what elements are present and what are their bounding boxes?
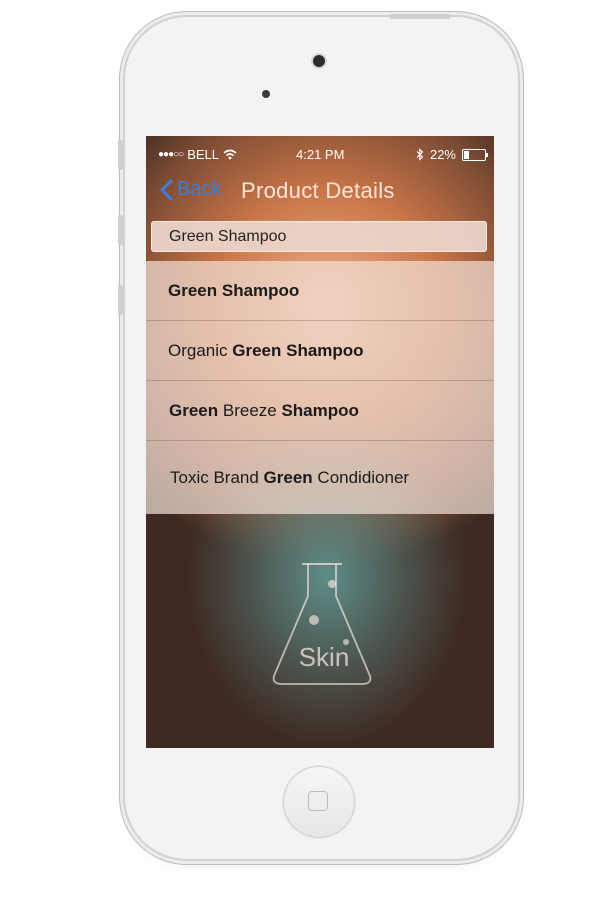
label-text: Organic bbox=[168, 340, 233, 360]
home-square-icon bbox=[308, 791, 328, 811]
logo-text: Skin bbox=[299, 642, 350, 672]
match-highlight: Green Shampoo bbox=[168, 280, 300, 300]
volume-down-button bbox=[118, 285, 123, 315]
home-button[interactable] bbox=[283, 766, 355, 838]
match-highlight: Green Shampoo bbox=[232, 340, 364, 360]
chevron-left-icon bbox=[160, 179, 173, 200]
front-camera-icon bbox=[313, 55, 325, 67]
search-input[interactable]: Green Shampoo bbox=[151, 221, 487, 252]
sleep-button bbox=[390, 14, 450, 19]
back-label: Back bbox=[177, 178, 222, 200]
status-bar: ●●●○○ BELL 4:21 PM 22% bbox=[146, 136, 494, 172]
list-item-label: Green Shampoo bbox=[168, 281, 299, 301]
label-text: Condidioner bbox=[312, 467, 410, 487]
wifi-icon bbox=[223, 149, 237, 160]
status-left: ●●●○○ BELL bbox=[158, 147, 237, 162]
list-item-label: Organic Green Shampoo bbox=[168, 341, 364, 361]
status-right: 22% bbox=[416, 147, 488, 162]
battery-percent: 22% bbox=[429, 147, 456, 162]
app-logo: Skin bbox=[266, 556, 376, 696]
mute-switch bbox=[118, 140, 123, 170]
match-highlight: Green bbox=[263, 467, 313, 487]
list-item[interactable]: Green Breeze Shampoo bbox=[146, 381, 494, 441]
flask-icon: Skin bbox=[272, 563, 372, 685]
proximity-sensor-icon bbox=[262, 90, 270, 98]
match-highlight: Green bbox=[169, 400, 219, 420]
list-item[interactable]: Organic Green Shampoo bbox=[146, 321, 494, 381]
bluetooth-icon bbox=[416, 148, 424, 161]
volume-up-button bbox=[118, 215, 123, 245]
back-button[interactable]: Back bbox=[160, 178, 221, 201]
screen: ●●●○○ BELL 4:21 PM 22% Back Product Deta… bbox=[146, 136, 494, 748]
battery-fill bbox=[464, 150, 469, 159]
results-list: Green Shampoo Organic Green Shampoo Gree… bbox=[146, 261, 494, 514]
list-item[interactable]: Toxic Brand Green Condidioner bbox=[146, 441, 494, 514]
page-title: Product Details bbox=[241, 178, 395, 203]
label-text: Breeze bbox=[218, 400, 282, 420]
list-item[interactable]: Green Shampoo bbox=[146, 261, 494, 321]
list-item-label: Green Breeze Shampoo bbox=[169, 401, 359, 421]
navigation-bar: Back Product Details bbox=[146, 172, 494, 212]
status-time: 4:21 PM bbox=[296, 147, 345, 162]
signal-strength-icon: ●●●○○ bbox=[158, 149, 184, 160]
match-highlight: Shampoo bbox=[281, 400, 359, 420]
label-text: Toxic Brand bbox=[170, 467, 264, 487]
carrier-name: BELL bbox=[187, 147, 220, 162]
list-item-label: Toxic Brand Green Condidioner bbox=[170, 468, 409, 488]
battery-icon bbox=[462, 148, 488, 161]
